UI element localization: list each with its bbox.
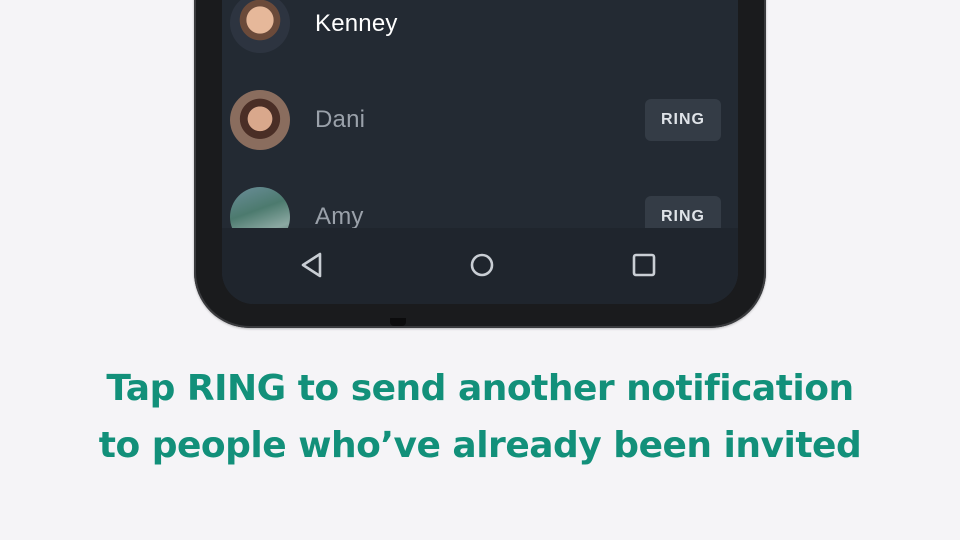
- back-triangle-icon[interactable]: [297, 250, 327, 280]
- contact-name: Kenney: [315, 10, 398, 37]
- contact-name: Amy: [315, 203, 364, 230]
- avatar: [230, 0, 290, 53]
- contact-row-dani[interactable]: Dani RING: [222, 86, 738, 182]
- contact-name: Dani: [315, 106, 366, 133]
- home-circle-icon[interactable]: [467, 250, 497, 280]
- caption-line-2: to people who’ve already been invited: [98, 425, 862, 466]
- avatar: [230, 90, 290, 150]
- phone-screen: Kenney Dani RING Amy RING: [222, 0, 738, 304]
- contact-row-kenney[interactable]: Kenney: [222, 0, 738, 86]
- caption-line-1: Tap RING to send another notification: [106, 368, 854, 409]
- android-nav-bar: [222, 228, 738, 304]
- ring-button-dani[interactable]: RING: [645, 99, 721, 141]
- recents-square-icon[interactable]: [629, 250, 659, 280]
- phone-bottom-port: [390, 318, 406, 326]
